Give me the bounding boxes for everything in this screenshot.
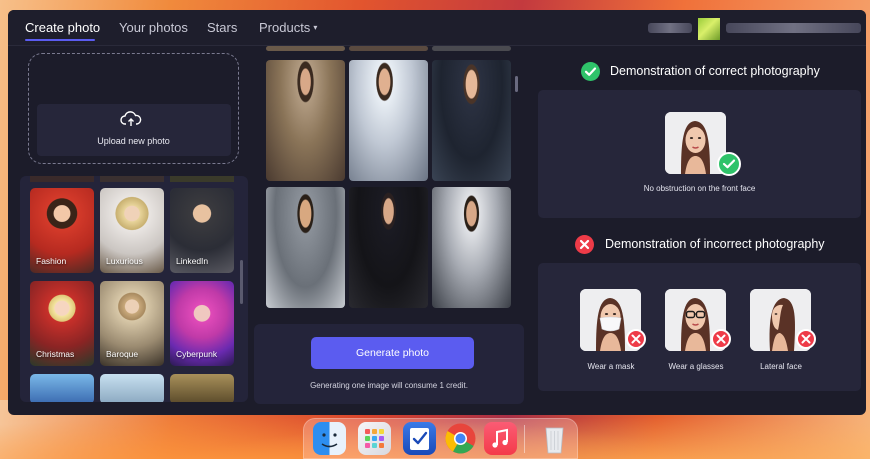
chevron-down-icon: ▾ xyxy=(313,23,318,32)
dock-separator xyxy=(524,425,525,453)
avatar[interactable] xyxy=(698,18,720,40)
style-tile-christmas[interactable]: Christmas xyxy=(30,281,94,366)
correct-caption: No obstruction on the front face xyxy=(643,184,756,193)
trash-icon[interactable] xyxy=(538,422,571,455)
check-circle-icon xyxy=(581,62,600,81)
correct-demo-title: Demonstration of correct photography xyxy=(610,64,820,78)
example-photo xyxy=(432,187,511,308)
style-tile-partial[interactable] xyxy=(30,374,94,402)
photo-partial xyxy=(432,46,511,51)
style-tile-fashion[interactable]: Fashion xyxy=(30,188,94,273)
style-tile-label: LinkedIn xyxy=(176,256,209,266)
blurred-account-info xyxy=(726,23,861,33)
x-circle-icon xyxy=(711,329,731,349)
example-photo xyxy=(266,187,345,308)
mask-caption: Wear a mask xyxy=(587,362,635,371)
example-photo-gallery xyxy=(262,46,522,318)
style-tile-partial[interactable] xyxy=(100,374,164,402)
partial-tile xyxy=(30,176,94,182)
upload-label: Upload new photo xyxy=(97,136,170,146)
style-tile-label: Cyberpunk xyxy=(176,349,218,359)
glasses-caption: Wear a glasses xyxy=(668,362,724,371)
tab-your-photos[interactable]: Your photos xyxy=(119,20,188,35)
cloud-upload-icon xyxy=(120,111,142,126)
style-tile-cyberpunk[interactable]: Cyberpunk xyxy=(170,281,234,366)
partial-tile xyxy=(100,176,164,182)
example-photo xyxy=(266,60,345,181)
style-tile-label: Christmas xyxy=(36,349,75,359)
active-tab-indicator xyxy=(25,39,95,41)
style-tile-linkedin[interactable]: LinkedIn xyxy=(170,188,234,273)
example-photo xyxy=(349,187,428,308)
style-tile-label: Fashion xyxy=(36,256,67,266)
style-tile-baroque[interactable]: Baroque xyxy=(100,281,164,366)
lateral-caption: Lateral face xyxy=(760,362,802,371)
style-tile-label: Baroque xyxy=(106,349,139,359)
launchpad-icon[interactable] xyxy=(358,422,391,455)
style-tile-luxurious[interactable]: Luxurious xyxy=(100,188,164,273)
upload-dropzone[interactable]: Upload new photo xyxy=(28,53,239,164)
correct-demo-card: No obstruction on the front face xyxy=(538,90,861,218)
generate-photo-button[interactable]: Generate photo xyxy=(311,337,474,369)
chrome-icon[interactable] xyxy=(444,422,477,455)
generate-panel: Generate photo Generating one image will… xyxy=(254,324,524,404)
top-nav: Create photo Your photos Stars Products ▾ xyxy=(8,10,866,46)
credit-note: Generating one image will consume 1 cred… xyxy=(310,381,468,390)
x-circle-icon xyxy=(796,329,816,349)
photo-partial xyxy=(349,46,428,51)
tab-create-photo[interactable]: Create photo xyxy=(25,20,100,35)
tab-stars[interactable]: Stars xyxy=(207,20,237,35)
blurred-user-info xyxy=(648,23,692,33)
app-window: Create photo Your photos Stars Products ▾… xyxy=(8,10,866,415)
photo-partial xyxy=(266,46,345,51)
tab-products-label: Products xyxy=(259,20,311,35)
example-photo xyxy=(432,60,511,181)
style-tile-partial[interactable] xyxy=(170,374,234,402)
music-icon[interactable] xyxy=(484,422,517,455)
x-circle-icon xyxy=(575,235,594,254)
incorrect-demo-title: Demonstration of incorrect photography xyxy=(605,237,825,251)
x-circle-icon xyxy=(626,329,646,349)
style-tile-label: Luxurious xyxy=(106,256,143,266)
check-circle-icon xyxy=(717,152,741,176)
style-presets-panel: Fashion Luxurious LinkedIn Christmas Bar… xyxy=(20,176,248,402)
tab-products[interactable]: Products ▾ xyxy=(259,20,317,35)
dock xyxy=(303,418,578,459)
partial-tile xyxy=(170,176,234,182)
scrollbar[interactable] xyxy=(240,260,243,304)
tasks-icon[interactable] xyxy=(403,422,436,455)
scrollbar[interactable] xyxy=(515,76,518,92)
incorrect-demo-card: Wear a mask Wear a glasses Lateral face xyxy=(538,263,861,391)
example-photo xyxy=(349,60,428,181)
finder-icon[interactable] xyxy=(313,422,346,455)
